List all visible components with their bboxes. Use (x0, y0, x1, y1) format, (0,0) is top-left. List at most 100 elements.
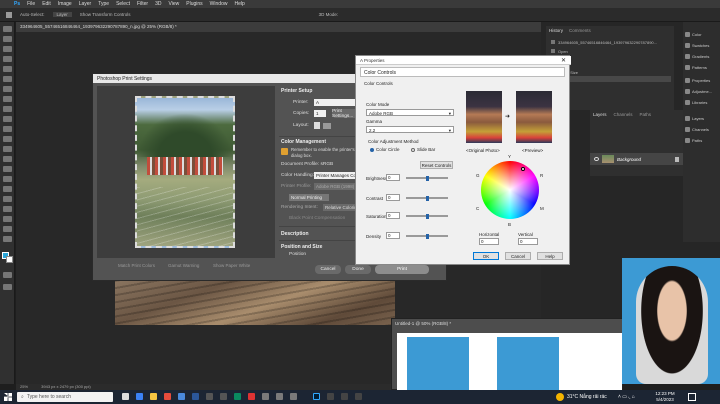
menu-type[interactable]: Type (98, 1, 109, 7)
move-tool-icon[interactable] (3, 26, 12, 32)
density-slider[interactable] (406, 233, 448, 239)
panel-gradients[interactable]: Gradients (685, 54, 709, 59)
photoshop-icon[interactable] (313, 393, 320, 400)
app-icon[interactable] (355, 393, 362, 400)
match-print-colors-checkbox[interactable]: Match Print Colors (118, 263, 155, 268)
eraser-tool-icon[interactable] (3, 136, 12, 142)
contrast-slider[interactable] (406, 195, 448, 201)
lasso-tool-icon[interactable] (3, 46, 12, 52)
show-transform-checkbox[interactable]: Show Transform Controls (80, 12, 131, 17)
brightness-slider[interactable] (406, 175, 448, 181)
task-view-icon[interactable] (122, 393, 129, 400)
saturation-input[interactable]: 0 (386, 212, 400, 219)
weather-text[interactable]: 31°C Nắng rải rác (567, 394, 607, 400)
panel-properties[interactable]: Properties (685, 78, 710, 83)
menu-image[interactable]: Image (58, 1, 72, 7)
density-input[interactable]: 0 (386, 232, 400, 239)
show-paper-white-checkbox[interactable]: Show Paper White (213, 263, 250, 268)
auto-select-checkbox[interactable]: Auto-Select: (20, 12, 45, 17)
menu-select[interactable]: Select (116, 1, 130, 7)
landscape-layout-icon[interactable] (323, 123, 331, 129)
edge-icon[interactable] (136, 393, 143, 400)
more-tools-icon[interactable] (3, 236, 12, 242)
portrait-layout-icon[interactable] (314, 122, 320, 129)
gradient-tool-icon[interactable] (3, 146, 12, 152)
panel-adjustments[interactable]: Adjustme... (685, 89, 712, 94)
hand-tool-icon[interactable] (3, 216, 12, 222)
color-mode-select[interactable]: Adobe RGB ▾ (366, 109, 454, 116)
tab-history[interactable]: History (549, 28, 563, 33)
ok-button[interactable]: OK (473, 252, 499, 260)
eye-icon[interactable] (594, 157, 599, 161)
panel-channels[interactable]: Channels (685, 127, 709, 132)
color-handling-select[interactable]: Printer Manages Colors (314, 172, 358, 179)
menu-window[interactable]: Window (210, 1, 228, 7)
history-item[interactable]: 334964605_55746516846464_193979632290787… (551, 39, 671, 45)
path-select-tool-icon[interactable] (3, 196, 12, 202)
color-circle-radio[interactable]: Color Circle (370, 147, 400, 152)
panel-patterns[interactable]: Patterns (685, 65, 707, 70)
layer-row-background[interactable]: Background (590, 153, 683, 165)
clock[interactable]: 12:23 PM 5/4/2023 (650, 391, 680, 403)
brightness-input[interactable]: 0 (386, 174, 400, 181)
weather-icon[interactable] (556, 393, 564, 401)
pen-tool-icon[interactable] (3, 176, 12, 182)
copies-input[interactable]: 1 (314, 110, 326, 117)
reset-controls-button[interactable]: Reset Controls (420, 161, 453, 169)
blur-tool-icon[interactable] (3, 156, 12, 162)
menu-filter[interactable]: Filter (137, 1, 148, 7)
quick-mask-icon[interactable] (3, 272, 12, 278)
panel-color[interactable]: Color (685, 32, 702, 37)
color-controls-tab[interactable]: Color Controls (360, 67, 565, 77)
tray-icons[interactable]: ˄ ▭ ◟ ⌂ (618, 394, 635, 400)
frame-tool-icon[interactable] (3, 76, 12, 82)
untitled-document-window[interactable]: Untitled-1 @ 50% (RGB/8) * (391, 318, 623, 391)
menu-plugins[interactable]: Plugins (186, 1, 202, 7)
gamma-select[interactable]: 2.2 ▾ (366, 126, 454, 133)
app-icon[interactable] (276, 393, 283, 400)
menu-help[interactable]: Help (234, 1, 244, 7)
history-item[interactable]: Open (551, 48, 671, 54)
printer-profile-select[interactable]: Adobe RGB (1998) (314, 183, 358, 190)
color-wheel[interactable] (481, 161, 539, 219)
tab-comments[interactable]: Comments (569, 28, 591, 33)
print-button[interactable]: Print (375, 265, 429, 274)
quick-select-tool-icon[interactable] (3, 56, 12, 62)
type-tool-icon[interactable] (3, 186, 12, 192)
store-icon[interactable] (178, 393, 185, 400)
panel-layers[interactable]: Layers (685, 116, 704, 121)
app-icon[interactable] (341, 393, 348, 400)
panel-paths[interactable]: Paths (685, 138, 702, 143)
tab-channels[interactable]: Channels (614, 112, 633, 117)
position-size-heading[interactable]: Position and Size (281, 244, 322, 250)
background-color-swatch[interactable] (6, 256, 13, 263)
healing-tool-icon[interactable] (3, 96, 12, 102)
cancel-button[interactable]: Cancel (505, 252, 531, 260)
brush-tool-icon[interactable] (3, 106, 12, 112)
color-wheel-handle[interactable] (521, 167, 525, 171)
horizontal-input[interactable]: 0 (479, 238, 499, 245)
vertical-input[interactable]: 0 (518, 238, 538, 245)
taskbar-search[interactable]: ⌕ Type here to search (17, 392, 113, 402)
cancel-button[interactable]: Cancel (315, 265, 341, 274)
shape-tool-icon[interactable] (3, 206, 12, 212)
saturation-slider[interactable] (406, 213, 448, 219)
move-tool-icon[interactable] (6, 11, 12, 18)
eyedropper-tool-icon[interactable] (3, 86, 12, 92)
app-icon[interactable] (220, 393, 227, 400)
file-explorer-icon[interactable] (150, 393, 157, 400)
dodge-tool-icon[interactable] (3, 166, 12, 172)
app-icon[interactable] (290, 393, 297, 400)
history-brush-tool-icon[interactable] (3, 126, 12, 132)
notification-icon[interactable] (688, 393, 696, 401)
tab-layers[interactable]: Layers (593, 112, 607, 117)
stamp-tool-icon[interactable] (3, 116, 12, 122)
tab-paths[interactable]: Paths (640, 112, 652, 117)
app-icon[interactable] (206, 393, 213, 400)
app-icon[interactable] (262, 393, 269, 400)
app-icon[interactable] (248, 393, 255, 400)
app-icon[interactable] (234, 393, 241, 400)
black-point-checkbox[interactable]: Black Point Compensation (289, 216, 345, 221)
word-icon[interactable] (192, 393, 199, 400)
auto-select-target[interactable]: Layer (52, 12, 72, 17)
